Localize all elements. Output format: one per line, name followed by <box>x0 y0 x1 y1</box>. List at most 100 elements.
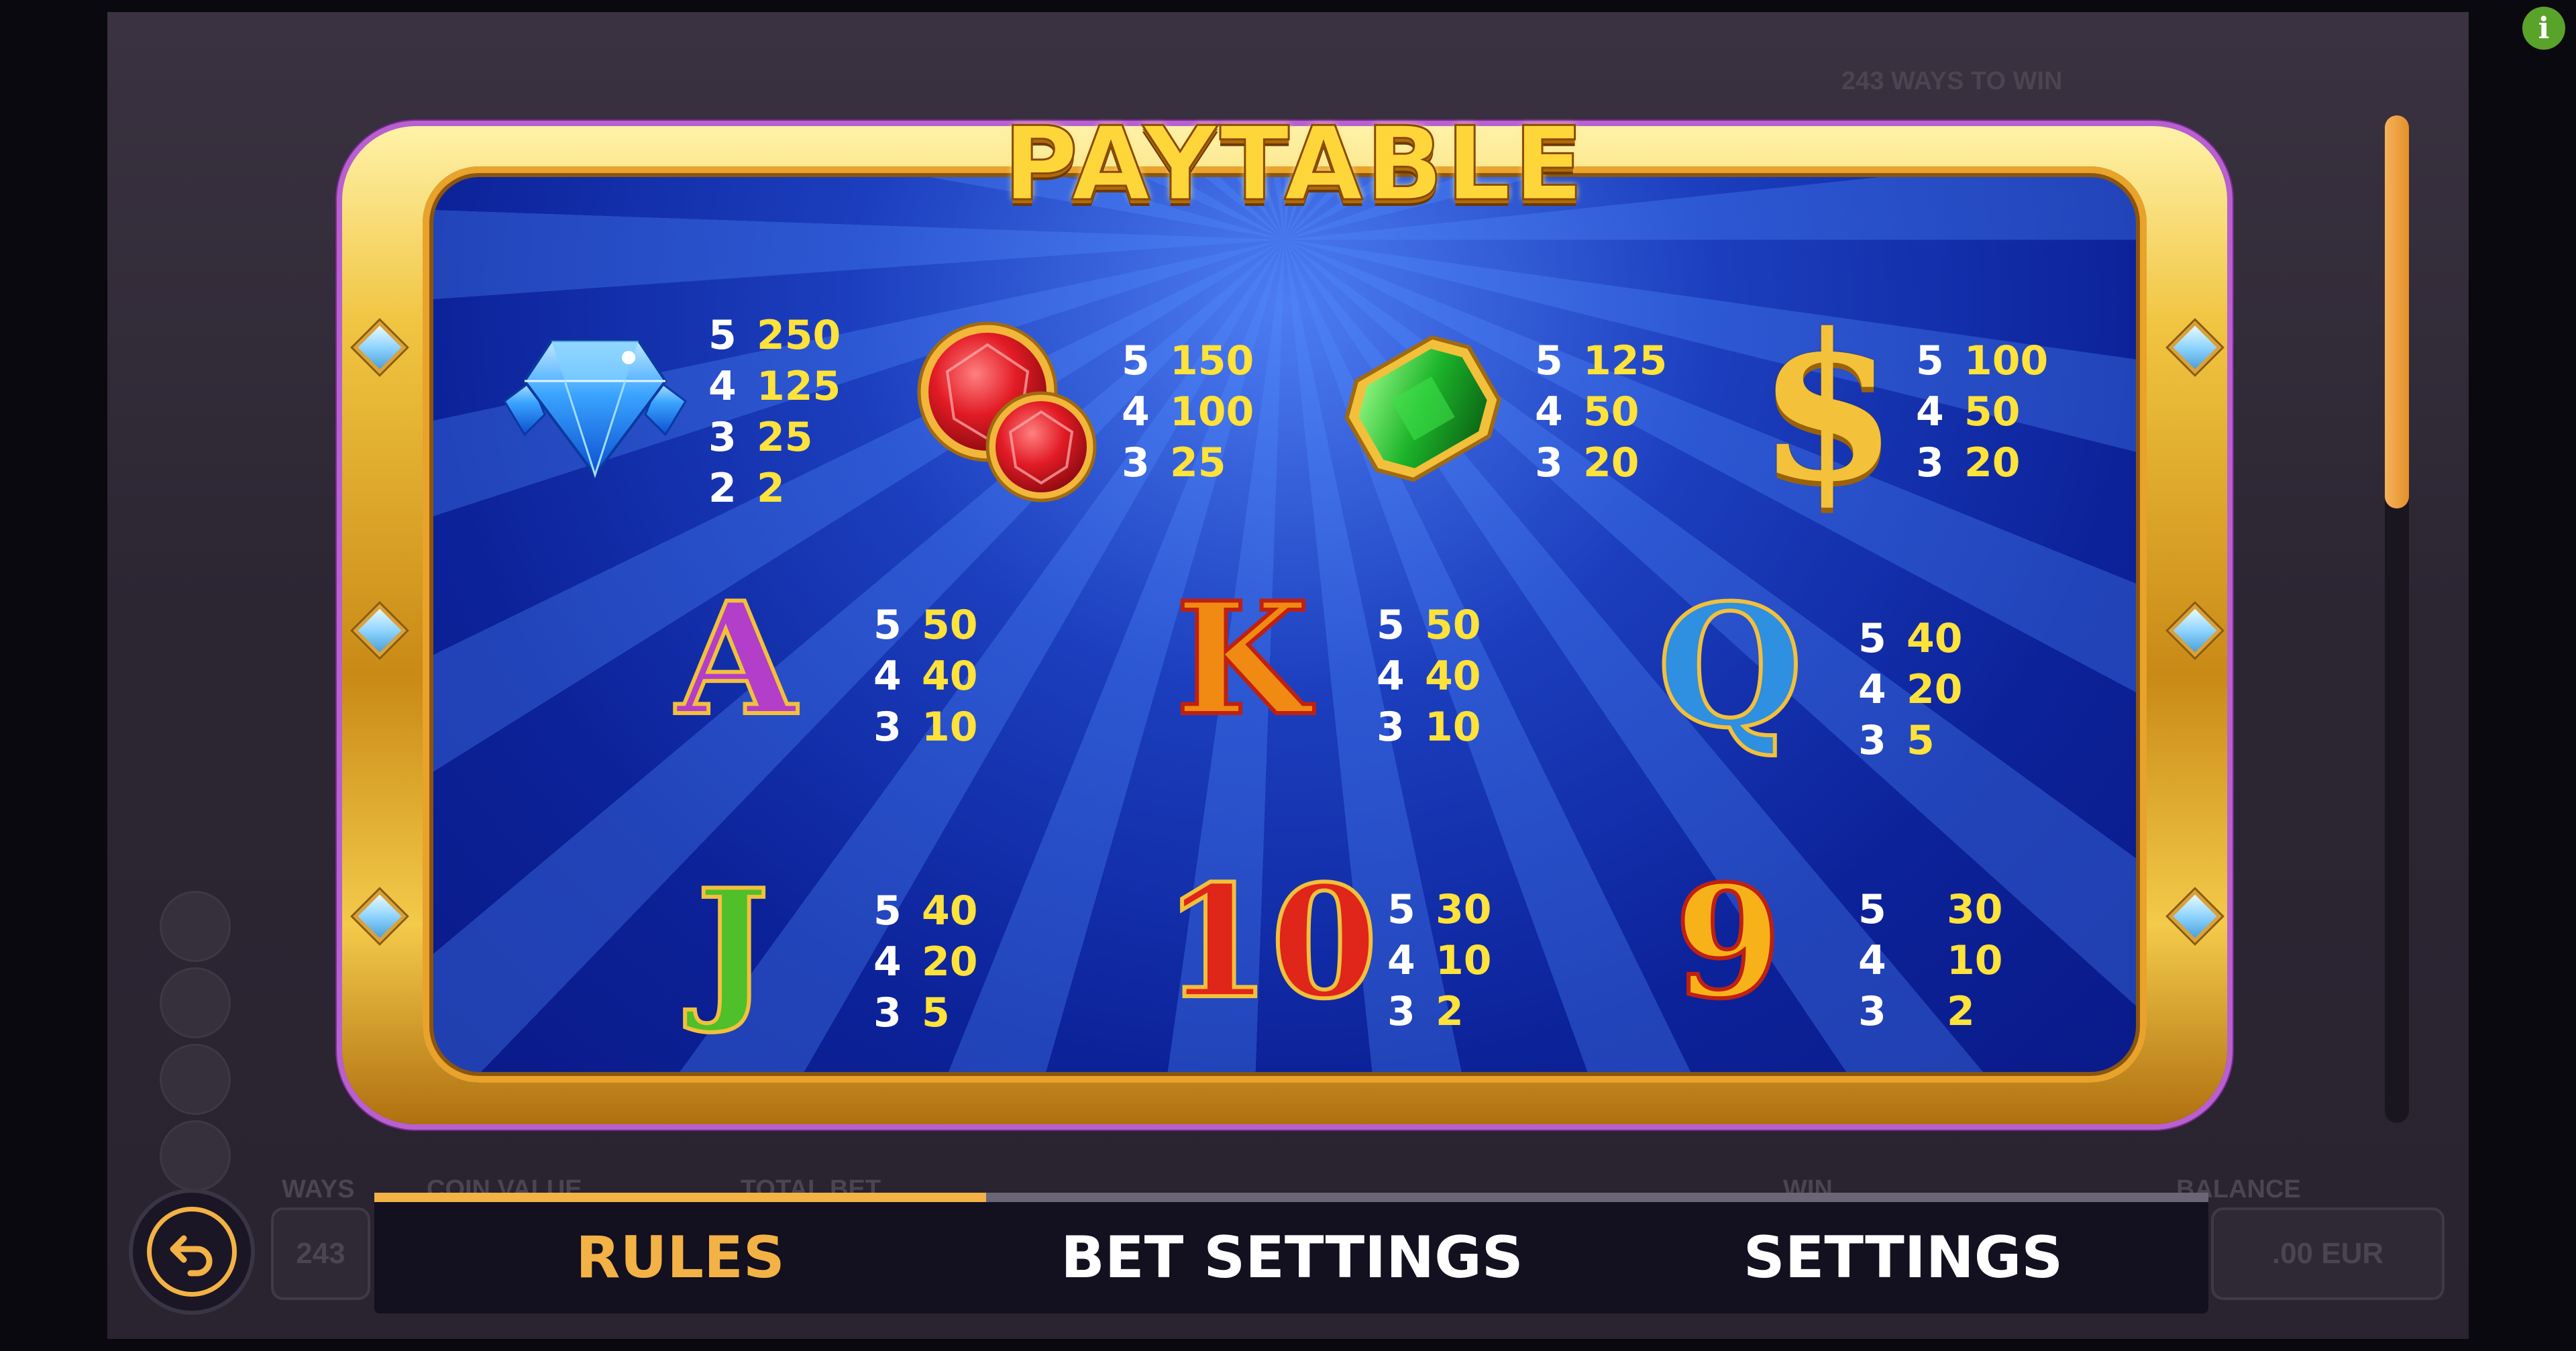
payout-value: 40 <box>1425 653 1481 700</box>
payout-red-ruby: 5 150 4 100 3 25 <box>1122 335 1254 488</box>
payout-row: 4 125 <box>708 361 841 412</box>
payout-count: 3 <box>1377 704 1405 751</box>
payout-queen: 5 40 4 20 35 <box>1858 613 1963 766</box>
payout-row: 5 100 <box>1916 335 2048 386</box>
payout-count: 3 <box>708 414 737 461</box>
payout-row: 4 50 <box>1535 386 1667 437</box>
payout-value: 40 <box>922 653 978 700</box>
payout-value: 50 <box>1425 602 1481 649</box>
payout-value: 100 <box>1964 337 2049 384</box>
paytable-title: PAYTABLE <box>1002 105 1587 223</box>
payout-row: 32 <box>1387 986 1492 1037</box>
payout-count: 4 <box>1122 388 1150 435</box>
payout-count: 5 <box>708 312 737 359</box>
payout-row: 5 50 <box>873 600 978 651</box>
payout-count: 4 <box>873 653 902 700</box>
number-10-icon: 10 <box>1161 852 1380 1033</box>
payout-row: 35 <box>873 987 978 1038</box>
payout-king: 5 50 4 40 3 10 <box>1377 600 1481 753</box>
dim-menu-icon <box>160 891 231 962</box>
payout-count: 4 <box>1387 937 1415 984</box>
tab-bar: RULES BET SETTINGS SETTINGS <box>374 1193 2208 1313</box>
info-button[interactable]: i <box>2522 7 2565 50</box>
payout-row: 4 40 <box>873 651 978 702</box>
payout-value: 40 <box>922 887 978 934</box>
active-tab-indicator <box>374 1193 986 1202</box>
payout-row: 22 <box>708 463 841 514</box>
number-9-icon: 9 <box>1672 852 1784 1033</box>
payout-row: 4 20 <box>873 936 978 987</box>
payout-green-emerald: 5 125 4 50 3 20 <box>1535 335 1667 488</box>
payout-row: 4 50 <box>1916 386 2048 437</box>
dim-sound-icon <box>160 967 231 1038</box>
dollar-icon: $ <box>1758 289 1898 526</box>
payout-count: 4 <box>1858 937 1886 984</box>
payout-count: 3 <box>1858 988 1886 1035</box>
payout-count: 4 <box>1535 388 1563 435</box>
payout-count: 3 <box>1535 439 1563 486</box>
payout-count: 5 <box>1916 337 1944 384</box>
payout-value: 5 <box>1907 717 1935 764</box>
payout-count: 5 <box>1387 886 1415 933</box>
payout-count: 3 <box>1387 988 1415 1035</box>
payout-value: 5 <box>922 989 950 1036</box>
payout-row: 4 10 <box>1387 935 1492 986</box>
payout-row: 5 30 <box>1387 884 1492 935</box>
tab-bet-settings[interactable]: BET SETTINGS <box>986 1202 1598 1313</box>
payout-value: 30 <box>1436 886 1492 933</box>
paytable-scrollbar[interactable] <box>2385 115 2409 1123</box>
payout-value: 50 <box>1583 388 1640 435</box>
payout-count: 3 <box>873 704 902 751</box>
payout-blue-diamond: 5 250 4 125 3 2 5 22 <box>708 310 841 514</box>
red-ruby-icon <box>914 318 1102 508</box>
payout-count: 3 <box>1858 717 1886 764</box>
payout-row: 32 <box>1858 986 2003 1037</box>
payout-count: 4 <box>708 363 737 410</box>
payout-row: 5 250 <box>708 310 841 361</box>
payout-value: 20 <box>922 938 978 985</box>
payout-value: 10 <box>1425 704 1481 751</box>
ways-value: 243 <box>271 1207 370 1300</box>
payout-value: 10 <box>1436 937 1492 984</box>
payout-value: 20 <box>1907 666 1963 713</box>
payout-value: 20 <box>1964 439 2021 486</box>
payout-row: 3 20 <box>1916 437 2048 488</box>
payout-count: 3 <box>873 989 902 1036</box>
payout-row: 3 20 <box>1535 437 1667 488</box>
scrollbar-thumb[interactable] <box>2385 115 2409 508</box>
payout-jack: 5 40 4 20 35 <box>873 885 978 1038</box>
payout-count: 4 <box>873 938 902 985</box>
payout-count: 4 <box>1916 388 1944 435</box>
payout-row: 5 125 <box>1535 335 1667 386</box>
payout-value: 25 <box>1170 439 1226 486</box>
payout-count: 5 <box>1535 337 1563 384</box>
letter-j-icon: J <box>694 856 771 1037</box>
payout-value: 10 <box>922 704 978 751</box>
letter-a-icon: A <box>674 569 798 750</box>
payout-count: 5 <box>1122 337 1150 384</box>
payout-value: 2 <box>757 465 785 512</box>
balance-value: .00 EUR <box>2211 1207 2445 1300</box>
payout-count: 4 <box>1858 666 1886 713</box>
payout-row: 5 40 <box>1858 613 1963 664</box>
payout-value: 50 <box>1964 388 2021 435</box>
payout-row: 5 30 <box>1858 884 2003 935</box>
payout-value: 2 <box>1947 988 1975 1035</box>
payout-row: 4 40 <box>1377 651 1481 702</box>
payout-count: 3 <box>1916 439 1944 486</box>
back-button[interactable] <box>133 1193 251 1311</box>
letter-q-icon: Q <box>1655 568 1805 765</box>
payout-ace: 5 50 4 40 3 10 <box>873 600 978 753</box>
tab-settings[interactable]: SETTINGS <box>1598 1202 2208 1313</box>
payout-count: 5 <box>873 602 902 649</box>
tab-rules[interactable]: RULES <box>374 1202 986 1313</box>
payout-row: 5 150 <box>1122 335 1254 386</box>
payout-value: 50 <box>922 602 978 649</box>
payout-value: 125 <box>757 363 841 410</box>
payout-dollar: 5 100 4 50 3 20 <box>1916 335 2048 488</box>
ways-to-win-text: 243 WAYS TO WIN <box>1841 67 2063 95</box>
dim-settings-icon <box>160 1044 231 1115</box>
payout-value: 30 <box>1947 886 2003 933</box>
back-arrow-icon <box>147 1207 237 1297</box>
ways-label: WAYS <box>282 1175 355 1203</box>
